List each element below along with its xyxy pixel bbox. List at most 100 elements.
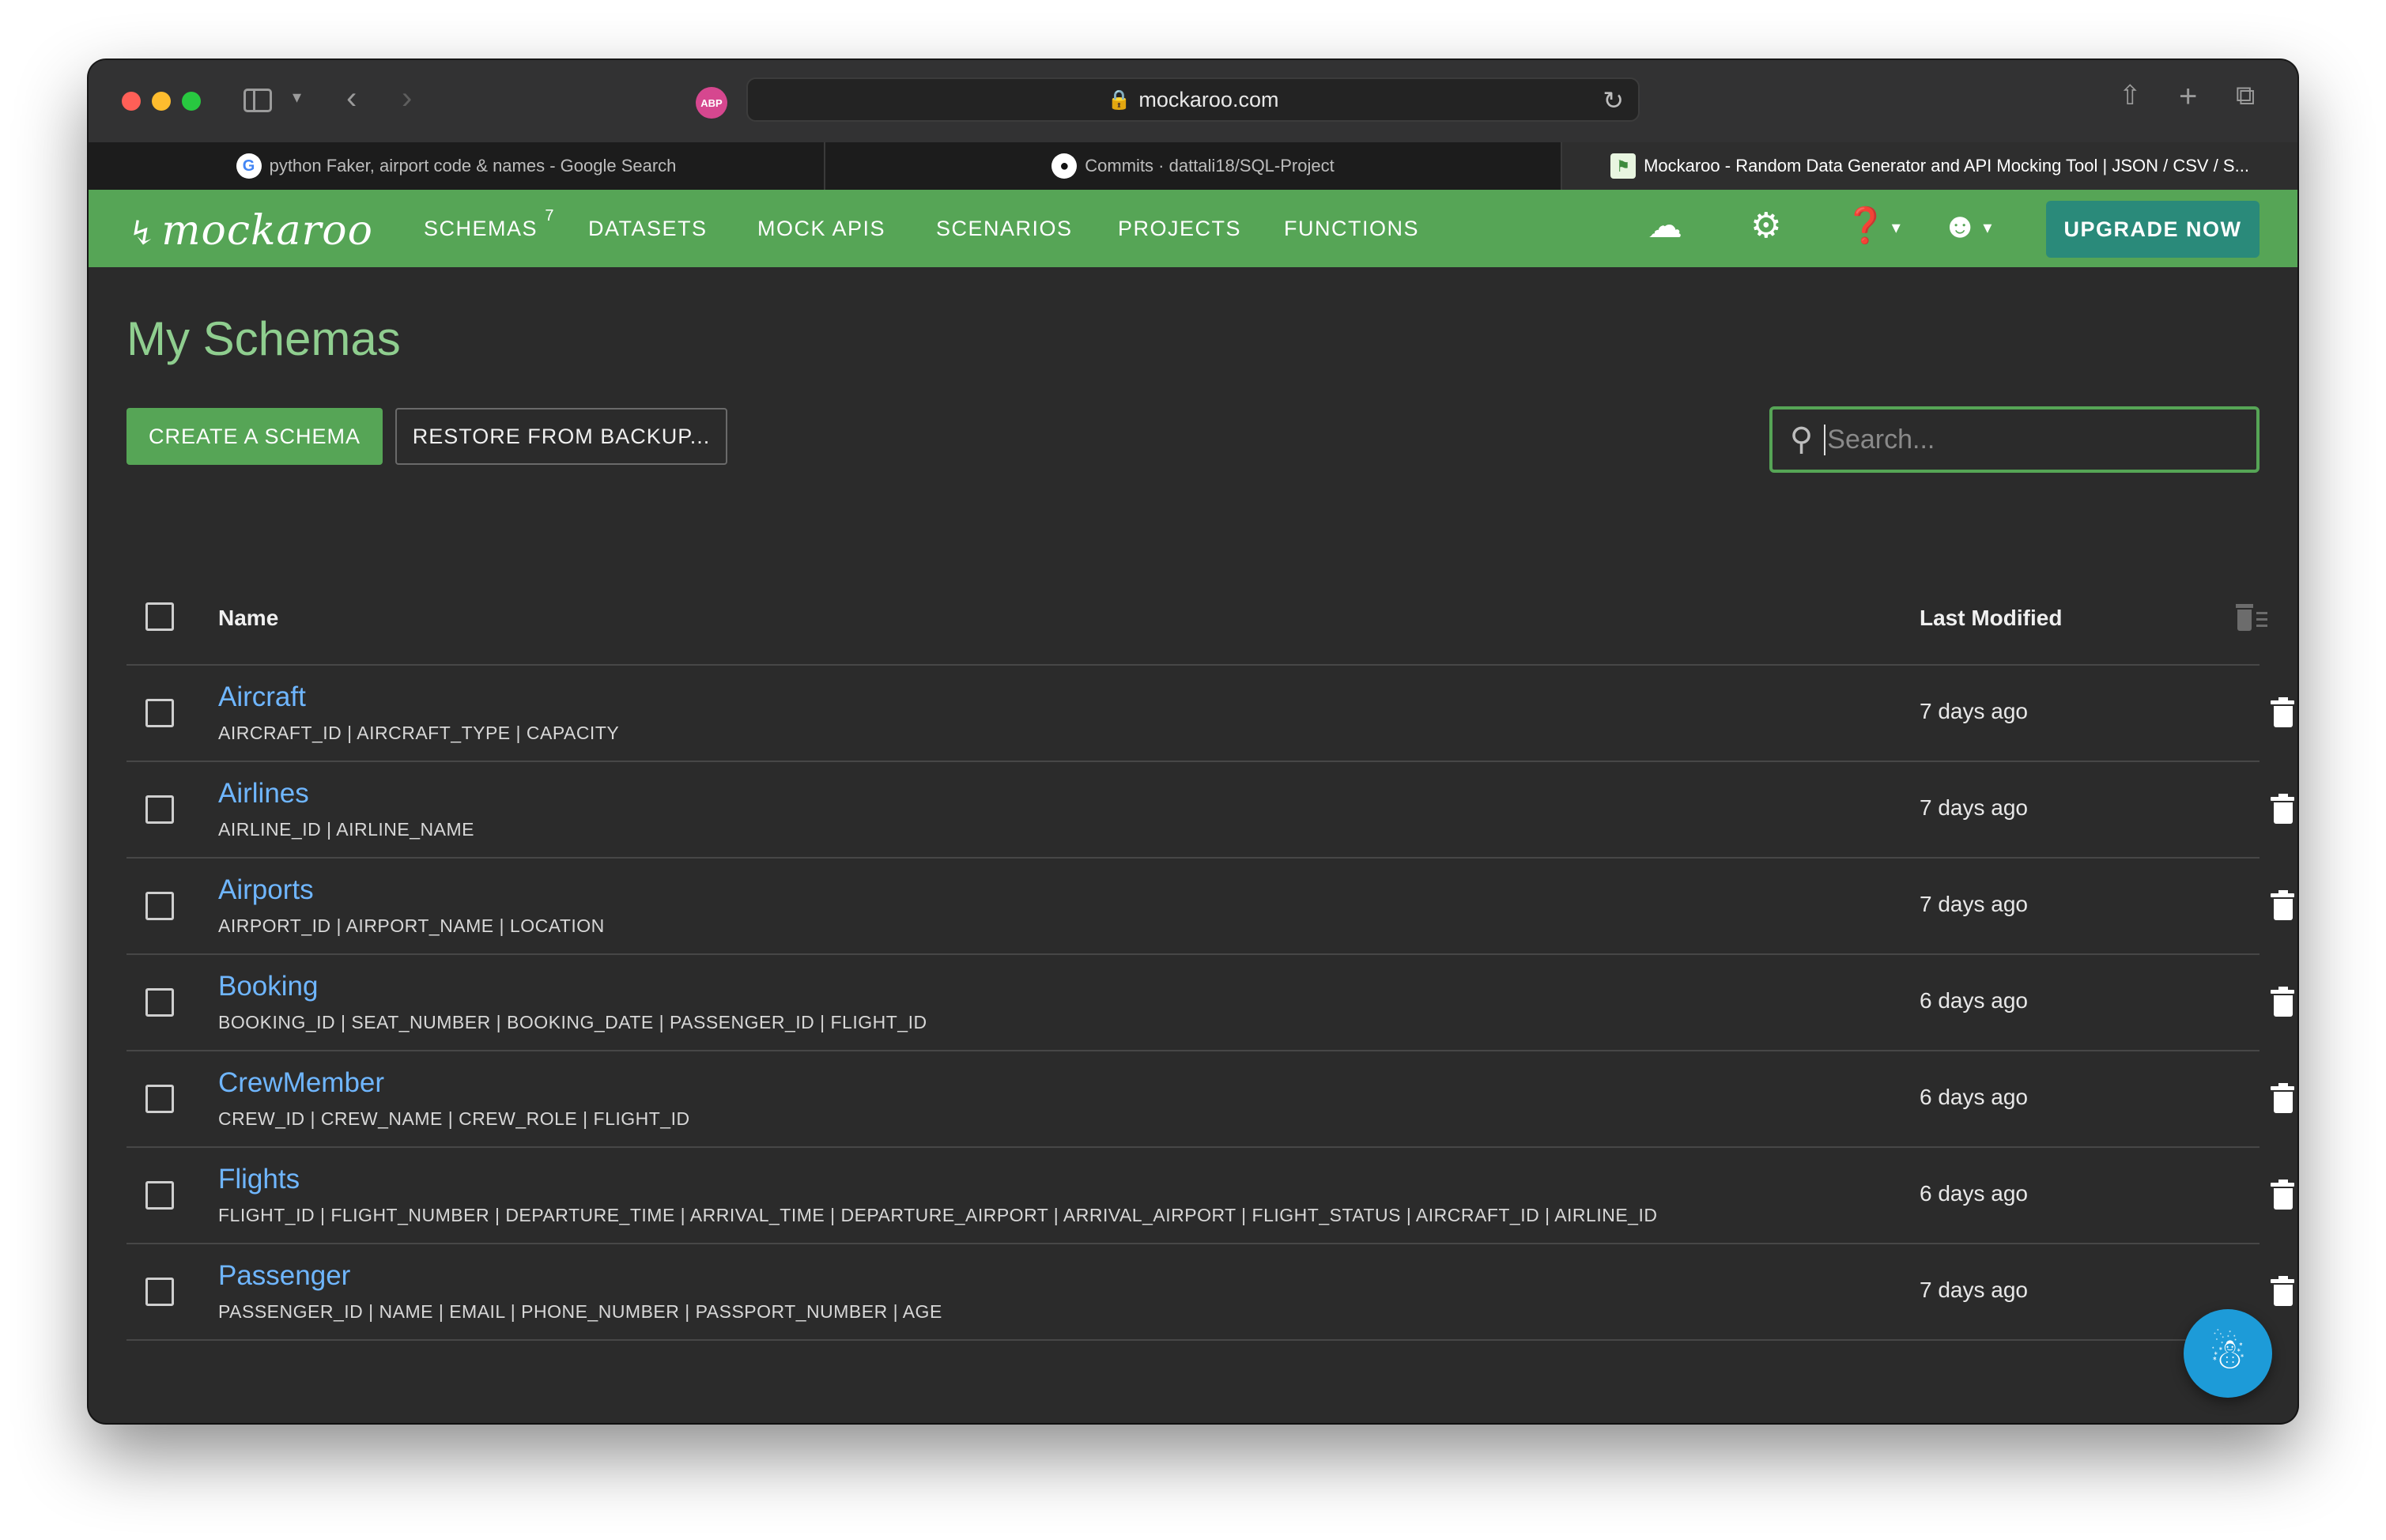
mockaroo-icon: ⚑ <box>1610 153 1637 179</box>
nav-projects[interactable]: PROJECTS <box>1118 217 1241 241</box>
schema-fields: FLIGHT_ID | FLIGHT_NUMBER | DEPARTURE_TI… <box>218 1205 1658 1225</box>
trash-icon[interactable] <box>2271 890 2294 920</box>
nav-scenarios[interactable]: SCENARIOS <box>936 217 1073 241</box>
tab-mockaroo[interactable]: ⚑ Mockaroo - Random Data Generator and A… <box>1562 142 2297 190</box>
google-icon: G <box>236 153 262 179</box>
tab-bar: G python Faker, airport code & names - G… <box>89 142 2297 190</box>
delete-selected-icon[interactable] <box>2236 604 2271 631</box>
github-icon: ● <box>1051 153 1078 179</box>
table-row[interactable]: Aircraft AIRCRAFT_ID | AIRCRAFT_TYPE | C… <box>126 666 2294 762</box>
upgrade-now-button[interactable]: UPGRADE NOW <box>2046 201 2260 258</box>
schema-name-link[interactable]: Booking <box>218 971 318 1002</box>
tab-github-commits[interactable]: ● Commits · dattali18/SQL-Project <box>825 142 1562 190</box>
logo-text: mockaroo <box>161 207 373 255</box>
schema-name-link[interactable]: Airlines <box>218 778 309 810</box>
last-modified: 7 days ago <box>1920 699 2028 723</box>
maximize-window-button[interactable] <box>182 92 201 111</box>
row-checkbox[interactable] <box>145 795 174 824</box>
chevron-down-icon[interactable]: ▾ <box>293 89 301 106</box>
tab-label: python Faker, airport code & names - Goo… <box>269 156 677 176</box>
schema-fields: AIRLINE_ID | AIRLINE_NAME <box>218 819 474 840</box>
url-text: mockaroo.com <box>1138 87 1279 111</box>
schema-name-link[interactable]: Flights <box>218 1164 300 1195</box>
adblock-icon[interactable]: ABP <box>696 87 727 119</box>
forward-icon[interactable]: › <box>402 82 412 114</box>
row-checkbox[interactable] <box>145 892 174 920</box>
table-header: Name Last Modified <box>126 569 2267 666</box>
table-row[interactable]: Booking BOOKING_ID | SEAT_NUMBER | BOOKI… <box>126 955 2294 1051</box>
schema-fields: PASSENGER_ID | NAME | EMAIL | PHONE_NUMB… <box>218 1301 942 1322</box>
page-title: My Schemas <box>126 312 401 365</box>
row-checkbox[interactable] <box>145 1181 174 1210</box>
title-bar: ▾ ‹ › ABP 🔒 mockaroo.com ↻ ⇧ + ⧉ <box>89 60 2297 142</box>
last-modified: 6 days ago <box>1920 988 2028 1013</box>
row-checkbox[interactable] <box>145 699 174 727</box>
nav-datasets[interactable]: DATASETS <box>588 217 708 241</box>
table-row[interactable]: Passenger PASSENGER_ID | NAME | EMAIL | … <box>126 1244 2294 1341</box>
share-icon[interactable]: ⇧ <box>2119 82 2142 109</box>
search-box: ⚲ <box>1769 406 2260 473</box>
trash-icon[interactable] <box>2271 697 2294 727</box>
schema-fields: AIRCRAFT_ID | AIRCRAFT_TYPE | CAPACITY <box>218 723 620 743</box>
column-name-header[interactable]: Name <box>218 606 278 631</box>
schema-name-link[interactable]: Passenger <box>218 1260 350 1292</box>
select-all-checkbox[interactable] <box>145 602 174 631</box>
search-input[interactable] <box>1824 424 2236 455</box>
row-checkbox[interactable] <box>145 1278 174 1306</box>
schema-fields: BOOKING_ID | SEAT_NUMBER | BOOKING_DATE … <box>218 1012 927 1032</box>
schema-name-link[interactable]: Airports <box>218 874 314 906</box>
new-tab-icon[interactable]: + <box>2179 81 2197 112</box>
mockaroo-logo[interactable]: ↯ mockaroo <box>128 207 373 255</box>
chevron-down-icon: ▾ <box>1983 217 1992 238</box>
trash-icon[interactable] <box>2271 987 2294 1017</box>
schemas-table: Name Last Modified Aircraft AIRCRAFT_ID … <box>126 569 2294 1341</box>
nav-schemas[interactable]: SCHEMAS 7 <box>424 207 554 241</box>
close-window-button[interactable] <box>122 92 141 111</box>
settings-icon[interactable]: ⚙ <box>1750 209 1781 243</box>
schema-name-link[interactable]: CrewMember <box>218 1067 384 1099</box>
last-modified: 7 days ago <box>1920 892 2028 916</box>
trash-icon[interactable] <box>2271 1180 2294 1210</box>
schemas-count-badge: 7 <box>545 207 556 225</box>
help-icon[interactable]: ❓ ▾ <box>1844 209 1901 243</box>
table-row[interactable]: CrewMember CREW_ID | CREW_NAME | CREW_RO… <box>126 1051 2294 1148</box>
create-schema-button[interactable]: CREATE A SCHEMA <box>126 408 383 465</box>
table-row[interactable]: Flights FLIGHT_ID | FLIGHT_NUMBER | DEPA… <box>126 1148 2294 1244</box>
browser-window: ▾ ‹ › ABP 🔒 mockaroo.com ↻ ⇧ + ⧉ G pytho… <box>89 60 2297 1423</box>
table-row[interactable]: Airports AIRPORT_ID | AIRPORT_NAME | LOC… <box>126 859 2294 955</box>
tab-google-search[interactable]: G python Faker, airport code & names - G… <box>89 142 825 190</box>
address-bar[interactable]: 🔒 mockaroo.com ↻ <box>746 77 1640 122</box>
reload-icon[interactable]: ↻ <box>1603 85 1624 115</box>
last-modified: 7 days ago <box>1920 795 2028 820</box>
column-modified-header[interactable]: Last Modified <box>1920 606 2062 631</box>
last-modified: 7 days ago <box>1920 1278 2028 1302</box>
schema-name-link[interactable]: Aircraft <box>218 681 306 713</box>
nav-schemas-label: SCHEMAS <box>424 217 538 240</box>
table-row[interactable]: Airlines AIRLINE_ID | AIRLINE_NAME 7 day… <box>126 762 2294 859</box>
trash-icon[interactable] <box>2271 794 2294 824</box>
schema-fields: CREW_ID | CREW_NAME | CREW_ROLE | FLIGHT… <box>218 1108 690 1129</box>
last-modified: 6 days ago <box>1920 1181 2028 1206</box>
back-icon[interactable]: ‹ <box>346 82 357 114</box>
minimize-window-button[interactable] <box>152 92 171 111</box>
search-icon: ⚲ <box>1790 422 1814 457</box>
robot-icon[interactable]: ☃ <box>2184 1309 2272 1398</box>
restore-backup-button[interactable]: RESTORE FROM BACKUP... <box>395 408 727 465</box>
lock-icon: 🔒 <box>1107 89 1131 111</box>
trash-icon[interactable] <box>2271 1083 2294 1113</box>
trash-icon[interactable] <box>2271 1276 2294 1306</box>
app-navbar: ↯ mockaroo SCHEMAS 7 DATASETS MOCK APIS S… <box>89 190 2297 267</box>
tab-label: Mockaroo - Random Data Generator and API… <box>1644 156 2249 176</box>
row-checkbox[interactable] <box>145 988 174 1017</box>
tab-label: Commits · dattali18/SQL-Project <box>1085 156 1335 176</box>
sidebar-toggle-icon[interactable] <box>244 89 272 112</box>
nav-functions[interactable]: FUNCTIONS <box>1284 217 1419 241</box>
nav-mock-apis[interactable]: MOCK APIS <box>757 217 885 241</box>
row-checkbox[interactable] <box>145 1085 174 1113</box>
schema-fields: AIRPORT_ID | AIRPORT_NAME | LOCATION <box>218 915 605 936</box>
kangaroo-icon: ↯ <box>128 213 157 252</box>
cloud-download-icon[interactable]: ☁ <box>1648 209 1682 243</box>
tab-overview-icon[interactable]: ⧉ <box>2236 82 2255 109</box>
account-icon[interactable]: ☻ ▾ <box>1942 209 1991 243</box>
last-modified: 6 days ago <box>1920 1085 2028 1109</box>
